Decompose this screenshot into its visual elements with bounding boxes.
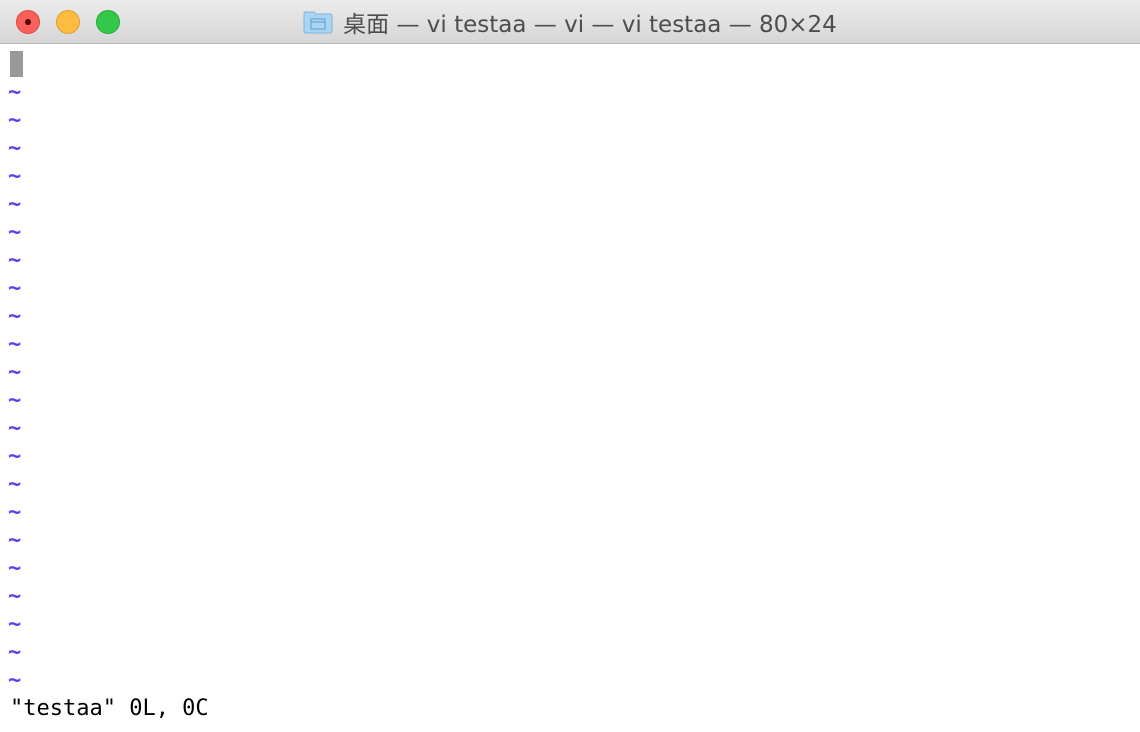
folder-icon	[303, 10, 333, 34]
empty-line-tilde: ~	[8, 528, 22, 553]
empty-line-tilde: ~	[8, 108, 22, 133]
vi-status-line: "testaa" 0L, 0C	[10, 696, 209, 721]
empty-line-tilde: ~	[8, 556, 22, 581]
empty-line-tilde: ~	[8, 668, 22, 693]
terminal-window: 桌面 — vi testaa — vi — vi testaa — 80×24 …	[0, 0, 1140, 732]
empty-line-tilde: ~	[8, 304, 22, 329]
empty-line-tilde: ~	[8, 360, 22, 385]
empty-line-tilde: ~	[8, 444, 22, 469]
empty-line-tilde: ~	[8, 192, 22, 217]
empty-line-tilde: ~	[8, 276, 22, 301]
empty-line-tilde: ~	[8, 388, 22, 413]
empty-line-tilde: ~	[8, 332, 22, 357]
empty-line-tilde: ~	[8, 220, 22, 245]
empty-line-tilde: ~	[8, 612, 22, 637]
empty-line-tilde: ~	[8, 416, 22, 441]
empty-line-markers: ~ ~ ~ ~ ~ ~ ~ ~ ~ ~ ~ ~ ~ ~ ~ ~ ~ ~ ~ ~ ~ ~	[8, 79, 21, 695]
empty-line-tilde: ~	[8, 80, 22, 105]
window-title-area: 桌面 — vi testaa — vi — vi testaa — 80×24	[0, 0, 1140, 44]
empty-line-tilde: ~	[8, 136, 22, 161]
title-bar[interactable]: 桌面 — vi testaa — vi — vi testaa — 80×24	[0, 0, 1140, 44]
empty-line-tilde: ~	[8, 584, 22, 609]
text-cursor	[10, 51, 23, 77]
terminal-content[interactable]: ~ ~ ~ ~ ~ ~ ~ ~ ~ ~ ~ ~ ~ ~ ~ ~ ~ ~ ~ ~ ~ ~ "testaa" 0L, 0C	[0, 45, 1140, 732]
empty-line-tilde: ~	[8, 472, 22, 497]
empty-line-tilde: ~	[8, 640, 22, 665]
empty-line-tilde: ~	[8, 164, 22, 189]
empty-line-tilde: ~	[8, 500, 22, 525]
empty-line-tilde: ~	[8, 248, 22, 273]
window-title: 桌面 — vi testaa — vi — vi testaa — 80×24	[343, 12, 837, 38]
